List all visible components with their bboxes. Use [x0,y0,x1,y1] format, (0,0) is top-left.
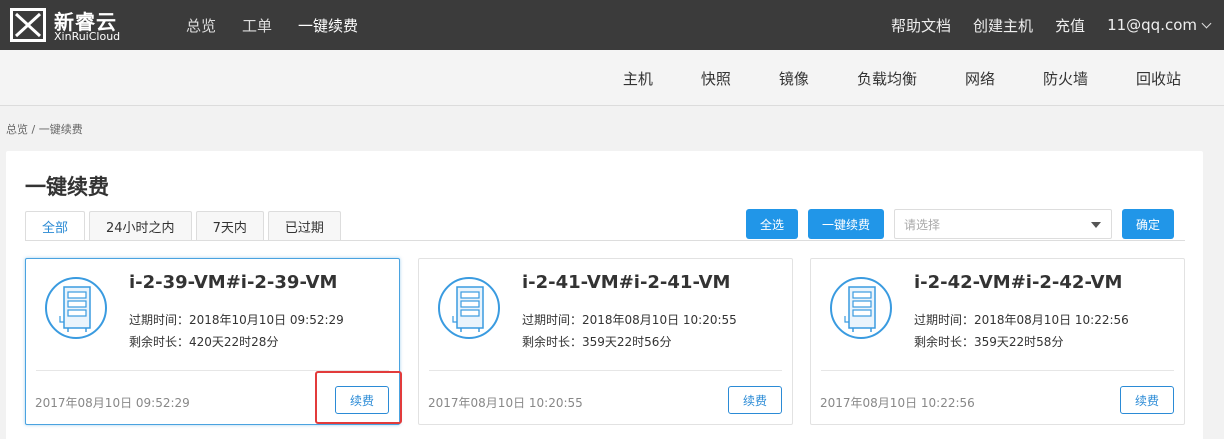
create-host-link[interactable]: 创建主机 [973,15,1033,36]
topnav-overview[interactable]: 总览 [186,15,216,36]
vm-remaining-time: 剩余时长：420天22时28分 [129,335,279,349]
sub-nav-bar: 主机 快照 镜像 负载均衡 网络 防火墙 回收站 [0,50,1224,106]
subnav-network[interactable]: 网络 [965,68,995,89]
subnav-hosts[interactable]: 主机 [623,68,653,89]
renew-all-button[interactable]: 一键续费 [807,209,884,239]
top-nav-right: 帮助文档 创建主机 充值 11@qq.com [891,0,1212,50]
topnav-renew[interactable]: 一键续费 [298,15,358,36]
topnav-tickets[interactable]: 工单 [242,15,272,36]
vm-card[interactable]: i-2-42-VM#i-2-42-VM 过期时间：2018年08月10日 10:… [810,258,1185,425]
sub-nav: 主机 快照 镜像 负载均衡 网络 防火墙 回收站 [623,50,1181,106]
logo-mark-icon [10,8,46,42]
brand-logo[interactable]: 新睿云 XinRuiCloud [10,6,140,44]
subnav-recycle-bin[interactable]: 回收站 [1136,68,1181,89]
renew-button[interactable]: 续费 [728,386,782,414]
vm-name: i-2-41-VM#i-2-41-VM [522,272,731,293]
top-nav: 总览 工单 一键续费 [186,0,358,50]
vm-expire-time: 过期时间：2018年08月10日 10:20:55 [522,313,737,327]
subnav-snapshots[interactable]: 快照 [701,68,731,89]
vm-card[interactable]: i-2-41-VM#i-2-41-VM 过期时间：2018年08月10日 10:… [418,258,793,425]
duration-select-placeholder: 请选择 [903,217,940,232]
tab-all[interactable]: 全部 [25,211,86,241]
server-icon [438,277,500,339]
user-menu[interactable]: 11@qq.com [1107,16,1212,34]
tab-expired[interactable]: 已过期 [267,211,341,241]
server-icon [45,277,107,339]
page-title: 一键续费 [25,175,109,199]
vm-created-time: 2017年08月10日 10:22:56 [820,396,975,410]
subnav-firewall[interactable]: 防火墙 [1043,68,1088,89]
filter-tabs: 全部 24小时之内 7天内 已过期 [25,211,341,241]
confirm-button[interactable]: 确定 [1121,209,1174,239]
vm-remaining-time: 剩余时长：359天22时56分 [522,335,672,349]
toolbar: 全选 一键续费 请选择 确定 [745,209,1174,239]
select-all-button[interactable]: 全选 [745,209,798,239]
annotation-highlight [315,371,402,424]
vm-created-time: 2017年08月10日 10:20:55 [428,396,583,410]
duration-select[interactable]: 请选择 [893,209,1112,239]
vm-name: i-2-42-VM#i-2-42-VM [914,272,1123,293]
tabs-divider [25,240,1185,241]
renew-panel: 一键续费 全部 24小时之内 7天内 已过期 全选 一键续费 请选择 确定 i-… [6,151,1203,439]
vm-remaining-time: 剩余时长：359天22时58分 [914,335,1064,349]
breadcrumb: 总览 / 一键续费 [6,123,83,136]
chevron-down-icon [1201,18,1212,28]
caret-down-icon [1090,222,1101,228]
vm-created-time: 2017年08月10日 09:52:29 [35,396,190,410]
user-email: 11@qq.com [1107,16,1197,34]
renew-button[interactable]: 续费 [1120,386,1174,414]
tab-24h[interactable]: 24小时之内 [89,211,192,241]
vm-expire-time: 过期时间：2018年10月10日 09:52:29 [129,313,344,327]
help-docs-link[interactable]: 帮助文档 [891,15,951,36]
brand-name-en: XinRuiCloud [54,30,121,43]
recharge-link[interactable]: 充值 [1055,15,1085,36]
server-icon [830,277,892,339]
subnav-load-balancer[interactable]: 负载均衡 [857,68,917,89]
vm-name: i-2-39-VM#i-2-39-VM [129,272,338,293]
tab-7days[interactable]: 7天内 [195,211,264,241]
vm-expire-time: 过期时间：2018年08月10日 10:22:56 [914,313,1129,327]
subnav-images[interactable]: 镜像 [779,68,809,89]
card-divider [429,370,782,371]
top-bar: 新睿云 XinRuiCloud 总览 工单 一键续费 帮助文档 创建主机 充值 … [0,0,1224,50]
card-divider [821,370,1174,371]
